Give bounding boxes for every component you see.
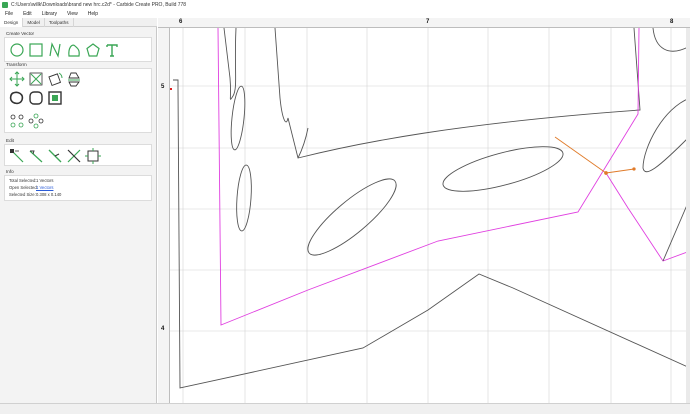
selected-vector[interactable] (217, 27, 640, 326)
mirror-tool-button[interactable] (65, 70, 83, 88)
ruler-v-4: 4 (161, 326, 165, 332)
design-canvas[interactable] (158, 18, 690, 403)
ellipse-tall-2 (236, 164, 252, 232)
circular-array-tool-button[interactable] (27, 112, 45, 130)
window-title: C:\Users\willk\Downloads\brand new hrc.c… (11, 1, 187, 8)
vertical-ruler: 5 4 (158, 28, 170, 403)
ruler-v-5: 5 (161, 84, 165, 90)
close-vector-icon (85, 148, 101, 164)
polygon-tool-button[interactable] (84, 41, 102, 59)
edit-section (4, 144, 152, 166)
ellipse-mid (307, 178, 397, 256)
vector-inner-1 (274, 27, 641, 159)
total-selected-label: Total Selected: (9, 178, 37, 183)
ellipse-right (442, 146, 564, 192)
ruler-h-7: 7 (426, 19, 430, 25)
open-selected-label: Open Selected: (9, 185, 38, 190)
array-icon (10, 114, 24, 128)
vertical-scrollbar[interactable] (686, 28, 690, 403)
rectangle-tool-button[interactable] (27, 41, 45, 59)
boundary-tool-button[interactable] (46, 89, 64, 107)
app-icon (2, 1, 8, 8)
ruler-h-8: 8 (670, 19, 674, 25)
menu-help[interactable]: Help (88, 11, 98, 17)
polyline-icon (49, 42, 61, 58)
circle-icon (10, 43, 24, 57)
curve-tool-button[interactable] (65, 41, 83, 59)
vector-left-border (173, 79, 690, 389)
fillet-tool-button[interactable] (27, 89, 45, 107)
total-selected-value: 1 Vectors (36, 178, 54, 183)
ellipse-tall-1 (230, 85, 246, 151)
circle-tool-button[interactable] (8, 41, 26, 59)
circular-array-icon (28, 113, 44, 129)
vector-shapes[interactable] (173, 27, 690, 389)
edit-label: Edit (6, 138, 14, 143)
rotate-icon (48, 72, 63, 86)
node-edit-icon (10, 149, 24, 163)
menu-library[interactable]: Library (42, 11, 57, 17)
create-vector-label: Create Vector (6, 31, 35, 36)
scale-tool-button[interactable] (27, 70, 45, 88)
vector-right-shape (652, 27, 690, 52)
polygon-icon (86, 43, 100, 57)
node-edit-tool-button[interactable] (8, 147, 26, 165)
selected-vector-branch[interactable] (605, 172, 690, 262)
fillet-icon (29, 91, 43, 105)
polyline-tool-button[interactable] (46, 41, 64, 59)
split-icon (67, 149, 81, 163)
menu-view[interactable]: View (67, 11, 78, 17)
rectangle-icon (29, 43, 43, 57)
join-tool-button[interactable] (46, 147, 64, 165)
info-open-selected: Open Selected: 1 Vectors (9, 185, 53, 190)
split-tool-button[interactable] (65, 147, 83, 165)
canvas-drawing[interactable] (158, 18, 690, 403)
rotate-tool-button[interactable] (46, 70, 64, 88)
sidebar: Create Vector Transform Edit Info Total … (0, 27, 157, 403)
selected-size-label: Selected Size: (9, 192, 36, 197)
vector-mid-top (297, 127, 309, 159)
move-tool-button[interactable] (8, 70, 26, 88)
mode-tabs: Design Model Toolpaths (0, 18, 157, 27)
create-vector-section (4, 37, 152, 62)
array-tool-button[interactable] (8, 112, 26, 130)
tab-toolpaths[interactable]: Toolpaths (45, 18, 74, 27)
info-selected-size: Selected Size: 0.308 x 0.140 (9, 192, 61, 197)
boundary-icon (48, 91, 62, 105)
node-handles[interactable] (554, 136, 636, 175)
vector-top-shape (223, 27, 237, 100)
offset-tool-button[interactable] (8, 89, 26, 107)
tab-design[interactable]: Design (0, 18, 24, 27)
info-label: Info (6, 169, 14, 174)
menu-bar: File Edit Library View Help (0, 9, 690, 18)
ellipse-shapes[interactable] (229, 85, 567, 266)
mirror-icon (68, 72, 80, 87)
vector-right-oval (642, 97, 690, 173)
open-selected-value[interactable]: 1 Vectors (36, 185, 53, 190)
offset-icon (9, 91, 24, 105)
title-bar: C:\Users\willk\Downloads\brand new hrc.c… (0, 0, 690, 9)
text-tool-button[interactable] (103, 41, 121, 59)
trim-icon (29, 150, 43, 163)
move-icon (9, 71, 25, 87)
status-bar (0, 403, 690, 414)
transform-label: Transform (6, 62, 27, 67)
trim-tool-button[interactable] (27, 147, 45, 165)
join-icon (48, 149, 62, 163)
ruler-h-6: 6 (179, 19, 183, 25)
transform-section (4, 68, 152, 133)
scale-icon (29, 72, 43, 86)
curve-icon (68, 44, 80, 57)
canvas-grid (170, 28, 690, 403)
tab-model[interactable]: Model (23, 18, 45, 27)
selected-size-value: 0.308 x 0.140 (36, 192, 62, 197)
menu-edit[interactable]: Edit (23, 11, 32, 17)
menu-file[interactable]: File (5, 11, 13, 17)
info-total-selected: Total Selected: 1 Vectors (9, 178, 53, 183)
close-vector-tool-button[interactable] (84, 147, 102, 165)
horizontal-ruler: 6 7 8 (158, 18, 690, 28)
text-icon (106, 44, 118, 57)
